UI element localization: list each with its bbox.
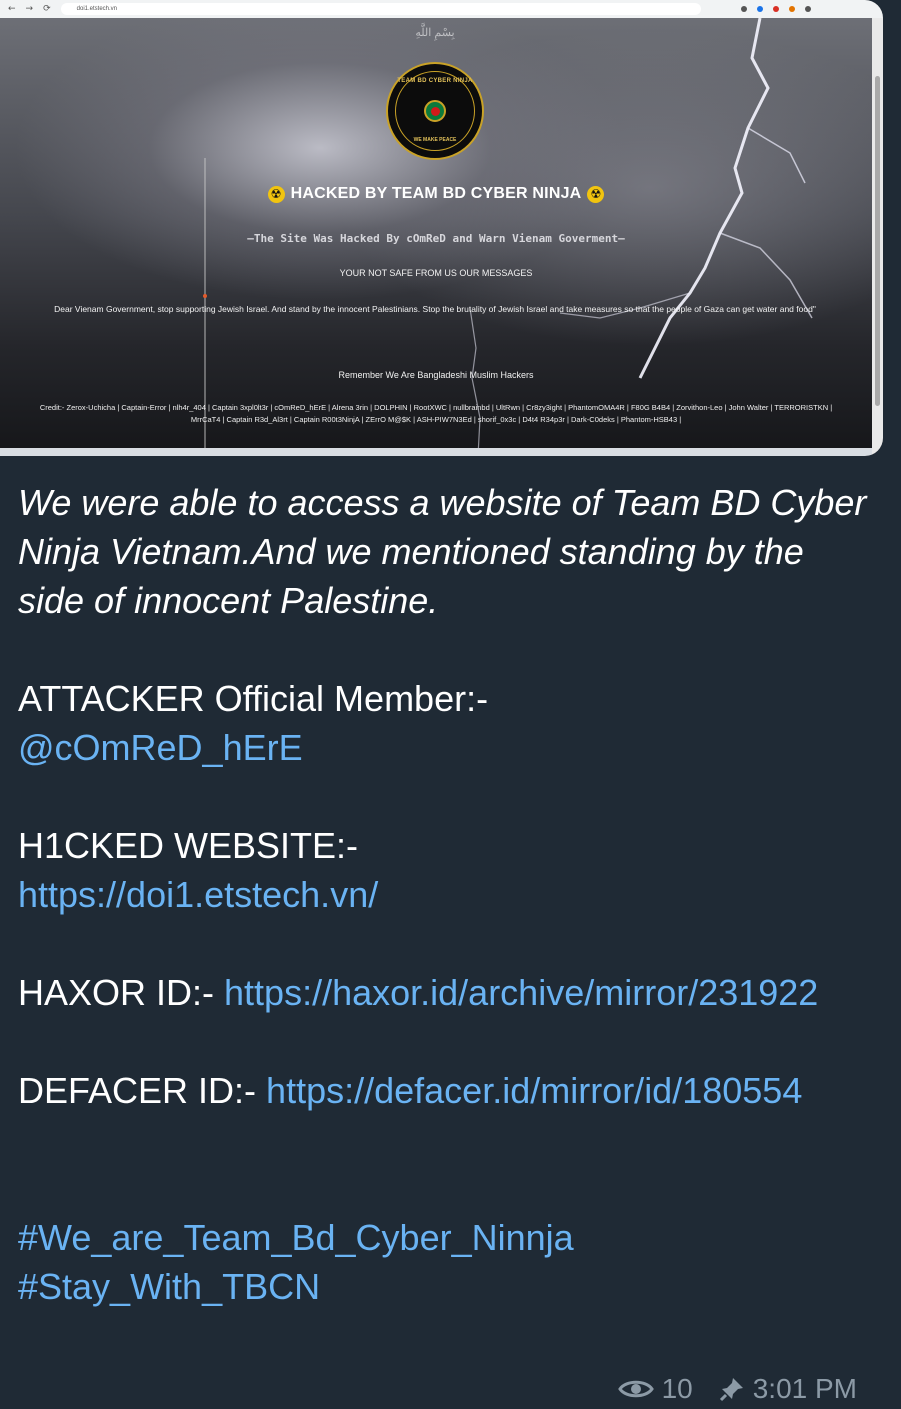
website-link[interactable]: https://doi1.etstech.vn/ xyxy=(18,870,878,919)
eagle-emblem-icon xyxy=(424,100,446,122)
team-logo: TEAM BD CYBER NINJA WE MAKE PEACE xyxy=(386,62,484,160)
hacked-title-text: HACKED BY TEAM BD CYBER NINJA xyxy=(290,185,582,202)
message-text: We were able to access a website of Team… xyxy=(18,478,878,1311)
taskbar xyxy=(0,448,872,456)
hacked-banner: ☢ HACKED BY TEAM BD CYBER NINJA ☢ xyxy=(0,185,872,203)
remember-line: Remember We Are Bangladeshi Muslim Hacke… xyxy=(338,370,534,380)
calligraphy-header: بِسْمِ اللَّهِ xyxy=(415,27,455,39)
star-icon xyxy=(740,6,747,12)
deface-message: Dear Vienam Government, stop supporting … xyxy=(54,304,816,314)
hashtag-stay[interactable]: #Stay_With_TBCN xyxy=(18,1262,878,1311)
intro-paragraph: We were able to access a website of Team… xyxy=(18,482,867,621)
hacked-subtitle: —The Site Was Hacked By cOmReD and Warn … xyxy=(247,232,625,245)
views-eye-icon xyxy=(617,1380,654,1398)
views-count: 10 xyxy=(661,1373,693,1404)
defacer-block: DEFACER ID:- https://defacer.id/mirror/i… xyxy=(18,1066,878,1115)
browser-toolbar: ← → ⟳ doi1.etstech.vn xyxy=(0,0,883,18)
extension-icon xyxy=(772,6,779,12)
biohazard-icon: ☢ xyxy=(267,185,285,203)
attacker-block: ATTACKER Official Member:- @cOmReD_hErE xyxy=(18,674,878,772)
pin-icon xyxy=(719,1378,743,1402)
website-block: H1CKED WEBSITE:- https://doi1.etstech.vn… xyxy=(18,821,878,919)
attacker-handle-link[interactable]: @cOmReD_hErE xyxy=(18,723,878,772)
message-meta: 10 3:01 PM xyxy=(617,1373,857,1405)
attached-photo[interactable]: ← → ⟳ doi1.etstech.vn بِسْمِ اللَّهِ TEA… xyxy=(0,0,883,456)
biohazard-icon: ☢ xyxy=(587,185,605,203)
extension-icon xyxy=(788,6,795,12)
logo-text-bottom: WE MAKE PEACE xyxy=(413,137,457,143)
extension-icon xyxy=(756,6,763,12)
message-time: 3:01 PM xyxy=(752,1373,857,1404)
attacker-label: ATTACKER Official Member:- xyxy=(18,678,489,719)
forward-icon: → xyxy=(25,4,34,14)
defacer-link[interactable]: https://defacer.id/mirror/id/180554 xyxy=(266,1070,802,1111)
address-bar: doi1.etstech.vn xyxy=(60,3,701,15)
hashtag-team[interactable]: #We_are_Team_Bd_Cyber_Ninnja xyxy=(18,1213,878,1262)
defacer-label: DEFACER ID:- xyxy=(18,1070,257,1111)
warning-line: YOUR NOT SAFE FROM US OUR MESSAGES xyxy=(339,268,533,278)
haxor-block: HAXOR ID:- https://haxor.id/archive/mirr… xyxy=(18,968,878,1017)
haxor-link[interactable]: https://haxor.id/archive/mirror/231922 xyxy=(224,972,818,1013)
website-label: H1CKED WEBSITE:- xyxy=(18,825,359,866)
scrollbar xyxy=(872,18,883,456)
credits-list: Credit:- Zerox-Uchicha | Captain-Error |… xyxy=(39,403,833,424)
reload-icon: ⟳ xyxy=(43,4,51,14)
logo-text-top: TEAM BD CYBER NINJA xyxy=(397,78,473,84)
menu-icon xyxy=(804,6,811,12)
back-icon: ← xyxy=(8,4,16,14)
haxor-label: HAXOR ID:- xyxy=(18,972,215,1013)
extension-icons xyxy=(740,6,811,12)
